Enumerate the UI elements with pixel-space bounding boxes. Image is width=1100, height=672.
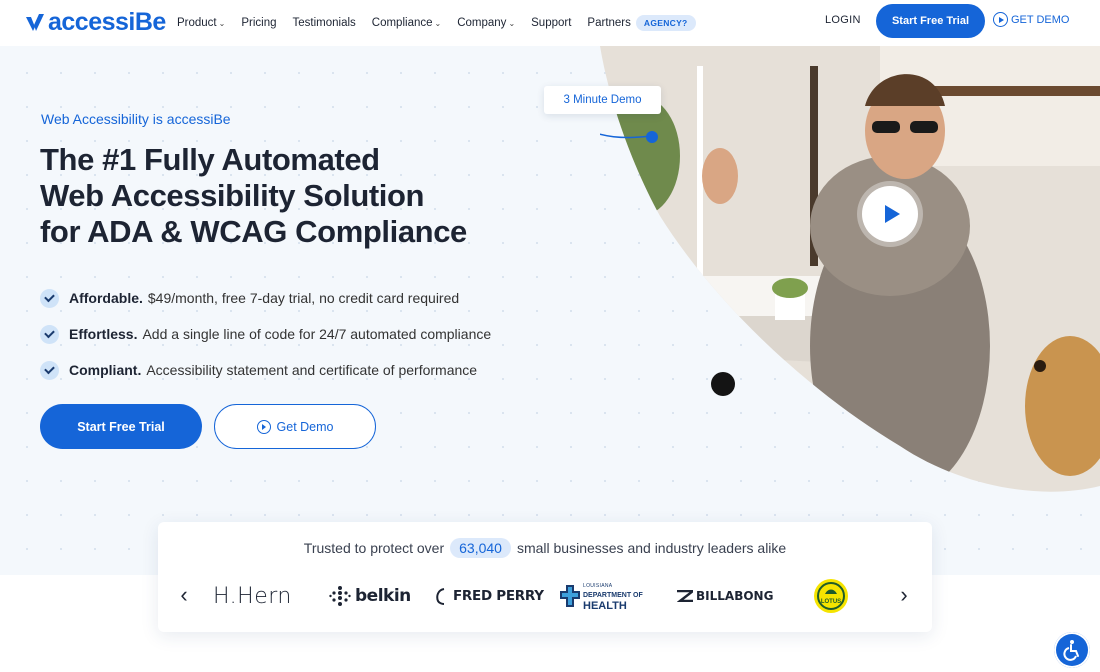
feature-bold: Compliant.	[69, 362, 142, 378]
brand-text: LOUISIANA	[583, 582, 613, 589]
nav-label: Product	[177, 17, 217, 29]
trusted-prefix: Trusted to protect over	[303, 540, 445, 556]
chevron-left-icon: ‹	[180, 582, 188, 607]
headline-line: for ADA & WCAG Compliance	[40, 214, 467, 249]
headline-line: Web Accessibility Solution	[40, 178, 425, 213]
brand-logo-health: LOUISIANA DEPARTMENT OF HEALTH	[560, 578, 643, 614]
check-icon	[40, 288, 59, 308]
nav-product[interactable]: Product ⌄	[177, 17, 225, 29]
decorative-dot	[711, 372, 735, 396]
brand-text: H.Hern	[213, 583, 292, 609]
belkin-dots-icon	[329, 586, 351, 606]
play-circle-icon	[256, 419, 271, 434]
nav-partners[interactable]: Partners	[587, 17, 630, 29]
chevron-down-icon: ⌄	[508, 18, 516, 28]
nav-label: Partners	[587, 17, 631, 29]
feature-bold: Effortless.	[69, 326, 138, 342]
brand-logo-fredperry: FRED PERRY	[435, 578, 544, 614]
nav-pricing[interactable]: Pricing	[241, 17, 276, 29]
nav-label: Testimonials	[292, 17, 356, 29]
chevron-down-icon: ⌄	[434, 18, 442, 28]
lotus-badge-icon: LOTUS	[814, 579, 848, 613]
brand-text: HEALTH	[583, 599, 627, 612]
lotus-text: LOTUS	[821, 599, 841, 605]
main-nav: Product ⌄ Pricing Testimonials Compliance…	[177, 0, 696, 46]
nav-label: Company	[457, 17, 507, 29]
health-text: LOUISIANA DEPARTMENT OF HEALTH	[583, 581, 643, 612]
brand-text: FRED PERRY	[453, 588, 544, 604]
hero-headline: The #1 Fully Automated Web Accessibility…	[40, 142, 467, 250]
trusted-suffix: small businesses and industry leaders al…	[516, 540, 787, 556]
feature-list: Affordable. $49/month, free 7-day trial,…	[40, 280, 491, 388]
feature-text: $49/month, free 7-day trial, no credit c…	[147, 290, 460, 306]
logo-mark-icon	[26, 14, 44, 31]
start-free-trial-button[interactable]: Start Free Trial	[40, 404, 202, 449]
nav-company[interactable]: Company ⌄	[457, 17, 515, 29]
carousel-prev-button[interactable]: ‹	[174, 582, 194, 607]
play-circle-icon	[993, 12, 1008, 27]
feature-text: Accessibility statement and certificate …	[146, 362, 478, 378]
get-demo-label: GET DEMO	[1011, 13, 1070, 26]
video-play-button[interactable]	[862, 186, 918, 242]
accessibility-widget-button[interactable]	[1054, 632, 1090, 668]
headline-line: The #1 Fully Automated	[40, 142, 380, 177]
logo[interactable]: accessiBe	[24, 8, 166, 36]
nav-label: Pricing	[241, 17, 277, 29]
site-header: accessiBe Product ⌄ Pricing Testimonials …	[0, 0, 1100, 46]
get-demo-button[interactable]: Get Demo	[214, 404, 376, 449]
feature-text: Add a single line of code for 24/7 autom…	[142, 326, 492, 342]
agency-badge[interactable]: AGENCY?	[635, 15, 696, 31]
brand-logo-lotus: LOTUS	[813, 578, 849, 614]
check-icon	[40, 324, 59, 344]
brand-logo-belkin: belkin	[329, 578, 411, 614]
wheelchair-icon	[1063, 640, 1079, 661]
chevron-down-icon: ⌄	[218, 18, 226, 28]
nav-label: Compliance	[371, 17, 433, 29]
brand-text: DEPARTMENT OF	[583, 591, 643, 599]
billabong-icon	[677, 590, 693, 602]
hero-eyebrow: Web Accessibility is accessiBe	[41, 111, 231, 127]
hero-photo	[600, 46, 1100, 492]
feature-item: Affordable. $49/month, free 7-day trial,…	[40, 280, 491, 316]
nav-support[interactable]: Support	[531, 17, 571, 29]
brand-logos: H.Hern belkin FRED PERRY LOUISIANA DEPAR…	[213, 578, 893, 614]
nav-compliance[interactable]: Compliance ⌄	[372, 17, 441, 29]
customer-count-badge: 63,040	[450, 538, 511, 558]
carousel-next-button[interactable]: ›	[894, 582, 914, 607]
feature-item: Compliant. Accessibility statement and c…	[40, 352, 491, 388]
health-cross-icon	[560, 585, 580, 607]
feature-bold: Affordable.	[69, 290, 143, 306]
login-link[interactable]: LOGIN	[825, 14, 861, 26]
three-minute-demo-tag[interactable]: 3 Minute Demo	[544, 86, 661, 114]
brand-logo-billabong: BILLABONG	[677, 578, 773, 614]
laurel-icon	[436, 588, 445, 605]
trusted-text: Trusted to protect over 63,040 small bus…	[158, 538, 932, 558]
logo-text: accessiBe	[48, 7, 166, 36]
brand-logo-hatern: H.Hern	[213, 578, 292, 614]
chevron-right-icon: ›	[900, 582, 908, 607]
brand-text: belkin	[355, 586, 411, 606]
feature-item: Effortless. Add a single line of code fo…	[40, 316, 491, 352]
check-icon	[40, 360, 59, 380]
nav-label: Support	[531, 17, 572, 29]
header-start-trial-button[interactable]: Start Free Trial	[876, 4, 985, 38]
brand-text: BILLABONG	[696, 589, 774, 603]
nav-testimonials[interactable]: Testimonials	[293, 17, 356, 29]
get-demo-label: Get Demo	[276, 419, 334, 434]
trusted-brands-card: Trusted to protect over 63,040 small bus…	[158, 522, 932, 632]
header-get-demo-link[interactable]: GET DEMO	[993, 12, 1069, 27]
